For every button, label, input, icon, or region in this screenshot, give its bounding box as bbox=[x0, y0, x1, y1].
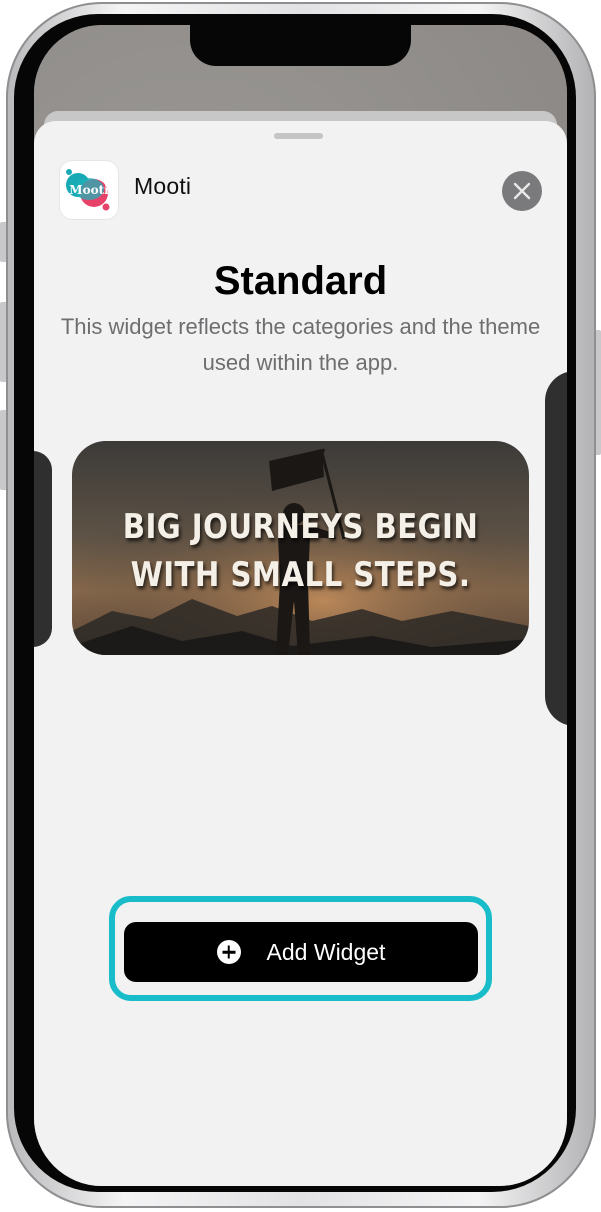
add-widget-label: Add Widget bbox=[266, 938, 386, 965]
widget-gallery-sheet: Mooti Mooti Standard This widget reflect… bbox=[34, 121, 567, 1186]
widget-description: This widget reflects the categories and … bbox=[60, 314, 541, 375]
mooti-logo-icon: Mooti bbox=[66, 169, 110, 211]
phone-screen: Mooti Mooti Standard This widget reflect… bbox=[34, 25, 567, 1186]
logo-text: Mooti bbox=[69, 183, 109, 197]
app-name: Mooti bbox=[134, 173, 192, 199]
widget-quote: BIG JOURNEYS BEGIN WITH SMALL STEPS. bbox=[122, 507, 479, 595]
sheet-grabber[interactable] bbox=[274, 133, 323, 139]
close-icon bbox=[513, 182, 531, 200]
add-widget-button[interactable]: Add Widget bbox=[124, 922, 478, 982]
mooti-app-icon: Mooti bbox=[60, 161, 118, 219]
phone-notch bbox=[190, 25, 411, 66]
widget-preview[interactable]: BIG JOURNEYS BEGIN WITH SMALL STEPS. bbox=[72, 441, 529, 655]
previous-widget-preview[interactable] bbox=[34, 451, 52, 647]
plus-circle-icon bbox=[216, 940, 241, 964]
next-widget-preview[interactable] bbox=[545, 371, 567, 726]
widget-title: Standard bbox=[213, 259, 388, 303]
close-button[interactable] bbox=[502, 171, 542, 211]
